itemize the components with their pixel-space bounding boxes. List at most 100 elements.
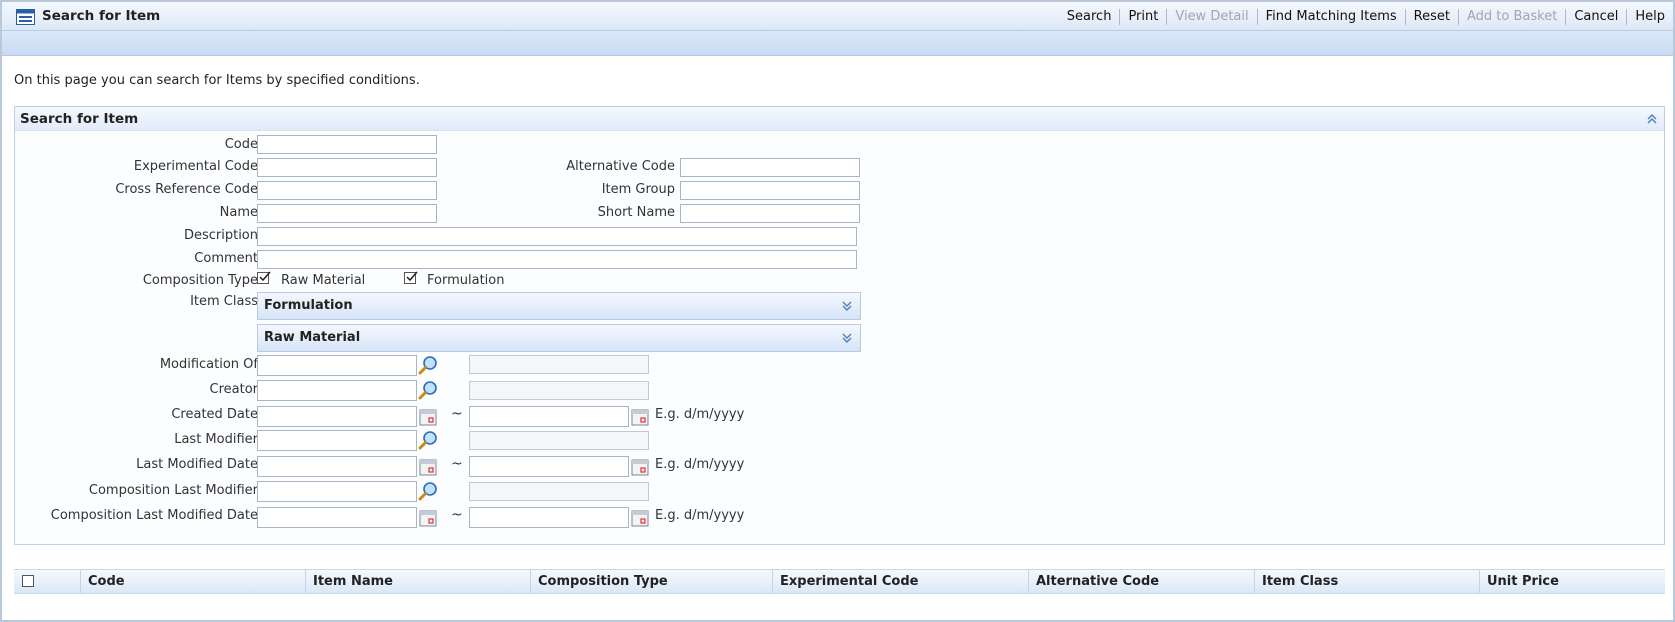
results-table-header: Code Item Name Composition Type Experime…	[14, 569, 1665, 594]
raw-material-checkbox[interactable]	[257, 271, 271, 284]
calendar-icon[interactable]	[630, 457, 650, 477]
last-modified-date-label: Last Modified Date	[136, 457, 258, 472]
last-modifier-label: Last Modifier	[174, 432, 258, 447]
last-modified-date-to-input[interactable]	[469, 456, 629, 477]
column-header-label: Code	[88, 574, 125, 589]
cross-reference-code-input[interactable]	[257, 181, 437, 200]
comment-input[interactable]	[257, 250, 857, 269]
experimental-code-input[interactable]	[257, 158, 437, 177]
column-header[interactable]: Item Class	[1254, 570, 1479, 593]
modification-of-label: Modification Of	[159, 357, 258, 372]
search-button[interactable]: Search	[1059, 9, 1120, 25]
cross-reference-code-label: Cross Reference Code	[115, 182, 258, 197]
select-all-checkbox[interactable]	[22, 575, 34, 587]
code-label: Code	[224, 137, 258, 152]
expand-down-icon[interactable]	[841, 300, 853, 312]
calendar-icon[interactable]	[630, 508, 650, 528]
last-modifier-name-display	[469, 431, 649, 450]
column-header[interactable]: Experimental Code	[772, 570, 1028, 593]
calendar-icon[interactable]	[418, 457, 438, 477]
created-date-label: Created Date	[171, 407, 258, 422]
modification-of-name-display	[469, 355, 649, 374]
column-header[interactable]: Alternative Code	[1028, 570, 1254, 593]
creator-name-display	[469, 381, 649, 400]
column-header[interactable]: Unit Price	[1479, 570, 1665, 593]
cancel-button[interactable]: Cancel	[1565, 8, 1626, 25]
name-label: Name	[219, 205, 258, 220]
formulation-label: Formulation	[427, 273, 505, 288]
alternative-code-label: Alternative Code	[566, 159, 675, 174]
formulation-checkbox[interactable]	[404, 271, 418, 284]
lookup-search-icon[interactable]	[418, 430, 438, 450]
creator-input[interactable]	[257, 380, 417, 401]
composition-last-modified-date-from-input[interactable]	[257, 507, 417, 528]
view-detail-button[interactable]: View Detail	[1166, 8, 1256, 25]
help-button[interactable]: Help	[1626, 8, 1673, 25]
calendar-icon[interactable]	[418, 407, 438, 427]
lookup-search-icon[interactable]	[418, 355, 438, 375]
lookup-search-icon[interactable]	[418, 380, 438, 400]
code-input[interactable]	[257, 135, 437, 154]
date-format-hint: E.g. d/m/yyyy	[655, 407, 745, 422]
print-button[interactable]: Print	[1119, 8, 1166, 25]
item-group-input[interactable]	[680, 181, 860, 200]
column-header[interactable]: Code	[80, 570, 305, 593]
search-panel-title: Search for Item	[20, 111, 139, 127]
name-input[interactable]	[257, 204, 437, 223]
collapse-up-icon[interactable]	[1646, 113, 1658, 125]
short-name-input[interactable]	[680, 204, 860, 223]
creator-label: Creator	[209, 382, 259, 397]
date-range-separator: ~	[451, 507, 463, 523]
column-header-label: Experimental Code	[780, 574, 919, 589]
column-header-label: Item Class	[1262, 574, 1339, 589]
raw-material-section-title: Raw Material	[264, 330, 361, 345]
comment-label: Comment	[194, 251, 258, 266]
reset-button[interactable]: Reset	[1404, 8, 1458, 25]
column-header-label: Composition Type	[538, 574, 668, 589]
checkmark-icon	[406, 271, 418, 282]
window-icon	[16, 9, 35, 25]
sub-header-bar	[2, 31, 1673, 56]
column-header[interactable]: Composition Type	[530, 570, 772, 593]
item-class-formulation-section[interactable]: Formulation	[257, 292, 861, 320]
date-range-separator: ~	[451, 406, 463, 422]
composition-last-modified-date-to-input[interactable]	[469, 507, 629, 528]
description-label: Description	[183, 228, 258, 243]
toolbar: Search Print View Detail Find Matching I…	[1059, 2, 1673, 31]
column-header-label: Item Name	[313, 574, 393, 589]
date-format-hint: E.g. d/m/yyyy	[655, 457, 745, 472]
experimental-code-label: Experimental Code	[133, 159, 258, 174]
raw-material-label: Raw Material	[281, 273, 366, 288]
created-date-to-input[interactable]	[469, 406, 629, 427]
page-description: On this page you can search for Items by…	[14, 73, 420, 88]
short-name-label: Short Name	[597, 205, 675, 220]
composition-last-modified-date-label: Composition Last Modified Date	[50, 508, 258, 523]
alternative-code-input[interactable]	[680, 158, 860, 177]
title-bar: Search for Item Search Print View Detail…	[2, 2, 1673, 31]
column-header-label: Alternative Code	[1036, 574, 1160, 589]
checkmark-icon	[259, 271, 271, 282]
formulation-section-title: Formulation	[264, 298, 353, 313]
item-group-label: Item Group	[601, 182, 675, 197]
composition-last-modifier-label: Composition Last Modifier	[88, 483, 258, 498]
date-range-separator: ~	[451, 456, 463, 472]
column-header[interactable]: Item Name	[305, 570, 530, 593]
last-modifier-input[interactable]	[257, 430, 417, 451]
item-class-raw-material-section[interactable]: Raw Material	[257, 324, 861, 352]
expand-down-icon[interactable]	[841, 332, 853, 344]
description-input[interactable]	[257, 227, 857, 246]
composition-last-modifier-input[interactable]	[257, 481, 417, 502]
composition-last-modifier-name-display	[469, 482, 649, 501]
created-date-from-input[interactable]	[257, 406, 417, 427]
lookup-search-icon[interactable]	[418, 481, 438, 501]
item-class-label: Item Class	[190, 294, 258, 309]
column-header-label: Unit Price	[1487, 574, 1559, 589]
date-format-hint: E.g. d/m/yyyy	[655, 508, 745, 523]
calendar-icon[interactable]	[418, 508, 438, 528]
add-to-basket-button[interactable]: Add to Basket	[1458, 8, 1565, 25]
last-modified-date-from-input[interactable]	[257, 456, 417, 477]
calendar-icon[interactable]	[630, 407, 650, 427]
find-matching-items-button[interactable]: Find Matching Items	[1256, 8, 1405, 25]
modification-of-input[interactable]	[257, 355, 417, 376]
search-panel-header[interactable]: Search for Item	[15, 107, 1664, 131]
